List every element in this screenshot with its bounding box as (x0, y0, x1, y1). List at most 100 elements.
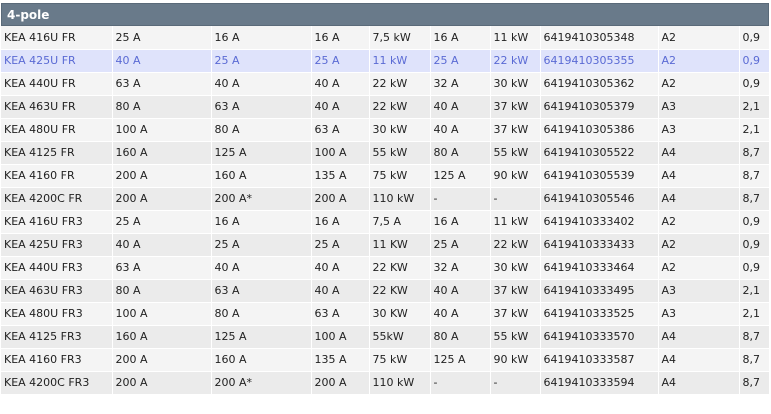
cell-power-ac3: 37 kW (490, 302, 541, 326)
table-row[interactable]: KEA 4160 FR3 200 A 160 A 135 A 75 kW 125 A 90 … (1, 348, 770, 372)
cell-current-ac23: 63 A (311, 118, 370, 142)
cell-power-ac3: 22 kW (490, 49, 541, 73)
cell-product-name: KEA 4125 FR3 (1, 325, 113, 349)
cell-power-ac3: 11 kW (490, 210, 541, 234)
table-row[interactable]: KEA 4200C FR 200 A 200 A* 200 A 110 kW - -6419… (1, 187, 770, 211)
cell-power-ac23: 22 kW (369, 72, 431, 96)
table-row[interactable]: KEA 480U FR 100 A 80 A 63 A 30 kW 40 A 37 kW 64… (1, 118, 770, 142)
table-row[interactable]: KEA 440U FR3 63 A 40 A 40 A 22 KW 32 A 30 kW 64… (1, 256, 770, 280)
table-row[interactable]: KEA 440U FR 63 A 40 A 40 A 22 kW 32 A 30 kW 641… (1, 72, 770, 96)
table-row[interactable]: KEA 480U FR3 100 A 80 A 63 A 30 KW 40 A 37 kW 6… (1, 302, 770, 326)
table-row[interactable]: KEA 463U FR3 80 A 63 A 40 A 22 KW 40 A 37 kW 64… (1, 279, 770, 303)
cell-power-ac3: 30 kW (490, 72, 541, 96)
cell-current-ac23: 100 A (311, 325, 370, 349)
cell-weight: 2,1 (739, 118, 770, 142)
cell-current-ac3: 125 A (430, 348, 491, 372)
table-row[interactable]: KEA 425U FR 40 A 25 A 25 A 11 kW 25 A 22 kW 641… (1, 49, 770, 73)
cell-product-name: KEA 480U FR (1, 118, 113, 142)
cell-current-ac21: 40 A (211, 256, 312, 280)
cell-size: A2 (658, 26, 740, 50)
cell-product-name: KEA 4160 FR (1, 164, 113, 188)
table-body: KEA 416U FR 25 A 16 A 16 A 7,5 kW 16 A 11 kW 64… (1, 26, 770, 395)
table-row[interactable]: KEA 416U FR3 25 A 16 A 16 A 7,5 A 16 A 11 kW 64… (1, 210, 770, 234)
cell-current-ac23: 40 A (311, 95, 370, 119)
cell-power-ac23: 110 kW (369, 187, 431, 211)
cell-current-ac3: - (430, 187, 491, 211)
cell-size: A3 (658, 302, 740, 326)
table-row[interactable]: KEA 4125 FR3 160 A 125 A 100 A 55kW 80 A 55 kW… (1, 325, 770, 349)
cell-power-ac3: 37 kW (490, 95, 541, 119)
cell-current-ac21: 25 A (211, 49, 312, 73)
cell-power-ac23: 55kW (369, 325, 431, 349)
cell-current-ac3: 25 A (430, 49, 491, 73)
cell-size: A3 (658, 95, 740, 119)
cell-rated-current: 63 A (112, 72, 212, 96)
cell-current-ac3: 16 A (430, 26, 491, 50)
cell-current-ac3: 40 A (430, 118, 491, 142)
cell-rated-current: 80 A (112, 279, 212, 303)
cell-current-ac21: 16 A (211, 26, 312, 50)
cell-ean-code: 6419410305355 (540, 49, 659, 73)
cell-size: A4 (658, 325, 740, 349)
table-row[interactable]: KEA 4125 FR 160 A 125 A 100 A 55 kW 80 A 55 kW… (1, 141, 770, 165)
cell-ean-code: 6419410305379 (540, 95, 659, 119)
cell-product-name: KEA 463U FR3 (1, 279, 113, 303)
cell-weight: 0,9 (739, 210, 770, 234)
cell-size: A4 (658, 164, 740, 188)
cell-current-ac21: 25 A (211, 233, 312, 257)
cell-ean-code: 6419410333587 (540, 348, 659, 372)
table-row[interactable]: KEA 463U FR 80 A 63 A 40 A 22 kW 40 A 37 kW 641… (1, 95, 770, 119)
cell-weight: 8,7 (739, 141, 770, 165)
cell-rated-current: 200 A (112, 371, 212, 395)
cell-current-ac21: 125 A (211, 325, 312, 349)
cell-power-ac23: 7,5 A (369, 210, 431, 234)
cell-power-ac23: 75 kW (369, 348, 431, 372)
cell-current-ac21: 160 A (211, 164, 312, 188)
cell-product-name: KEA 4160 FR3 (1, 348, 113, 372)
cell-ean-code: 6419410333594 (540, 371, 659, 395)
cell-weight: 0,9 (739, 72, 770, 96)
cell-current-ac21: 160 A (211, 348, 312, 372)
cell-power-ac3: - (490, 371, 541, 395)
cell-current-ac3: 80 A (430, 325, 491, 349)
cell-current-ac23: 40 A (311, 279, 370, 303)
cell-power-ac3: 11 kW (490, 26, 541, 50)
cell-current-ac3: 125 A (430, 164, 491, 188)
cell-size: A4 (658, 141, 740, 165)
cell-weight: 8,7 (739, 187, 770, 211)
cell-current-ac23: 25 A (311, 49, 370, 73)
cell-product-name: KEA 4125 FR (1, 141, 113, 165)
cell-current-ac21: 63 A (211, 95, 312, 119)
cell-current-ac3: 40 A (430, 279, 491, 303)
cell-current-ac23: 100 A (311, 141, 370, 165)
table-row[interactable]: KEA 425U FR3 40 A 25 A 25 A 11 KW 25 A 22 kW 64… (1, 233, 770, 257)
cell-weight: 0,9 (739, 49, 770, 73)
cell-size: A2 (658, 210, 740, 234)
cell-power-ac23: 110 kW (369, 371, 431, 395)
cell-rated-current: 25 A (112, 210, 212, 234)
cell-power-ac23: 22 kW (369, 95, 431, 119)
cell-ean-code: 6419410305522 (540, 141, 659, 165)
table-row[interactable]: KEA 4200C FR3 200 A 200 A* 200 A 110 kW - -641… (1, 371, 770, 395)
cell-power-ac3: 30 kW (490, 256, 541, 280)
cell-weight: 8,7 (739, 164, 770, 188)
cell-current-ac3: 80 A (430, 141, 491, 165)
cell-rated-current: 80 A (112, 95, 212, 119)
cell-current-ac3: 32 A (430, 256, 491, 280)
cell-ean-code: 6419410333570 (540, 325, 659, 349)
cell-ean-code: 6419410333525 (540, 302, 659, 326)
cell-size: A2 (658, 72, 740, 96)
cell-current-ac21: 80 A (211, 118, 312, 142)
cell-ean-code: 6419410333464 (540, 256, 659, 280)
cell-weight: 8,7 (739, 348, 770, 372)
cell-weight: 2,1 (739, 302, 770, 326)
cell-power-ac23: 7,5 kW (369, 26, 431, 50)
table-row[interactable]: KEA 4160 FR 200 A 160 A 135 A 75 kW 125 A 90 k… (1, 164, 770, 188)
table-row[interactable]: KEA 416U FR 25 A 16 A 16 A 7,5 kW 16 A 11 kW 64… (1, 26, 770, 50)
cell-size: A3 (658, 279, 740, 303)
cell-power-ac23: 30 kW (369, 118, 431, 142)
cell-current-ac3: 16 A (430, 210, 491, 234)
cell-size: A4 (658, 187, 740, 211)
cell-current-ac21: 200 A* (211, 187, 312, 211)
cell-current-ac23: 200 A (311, 371, 370, 395)
